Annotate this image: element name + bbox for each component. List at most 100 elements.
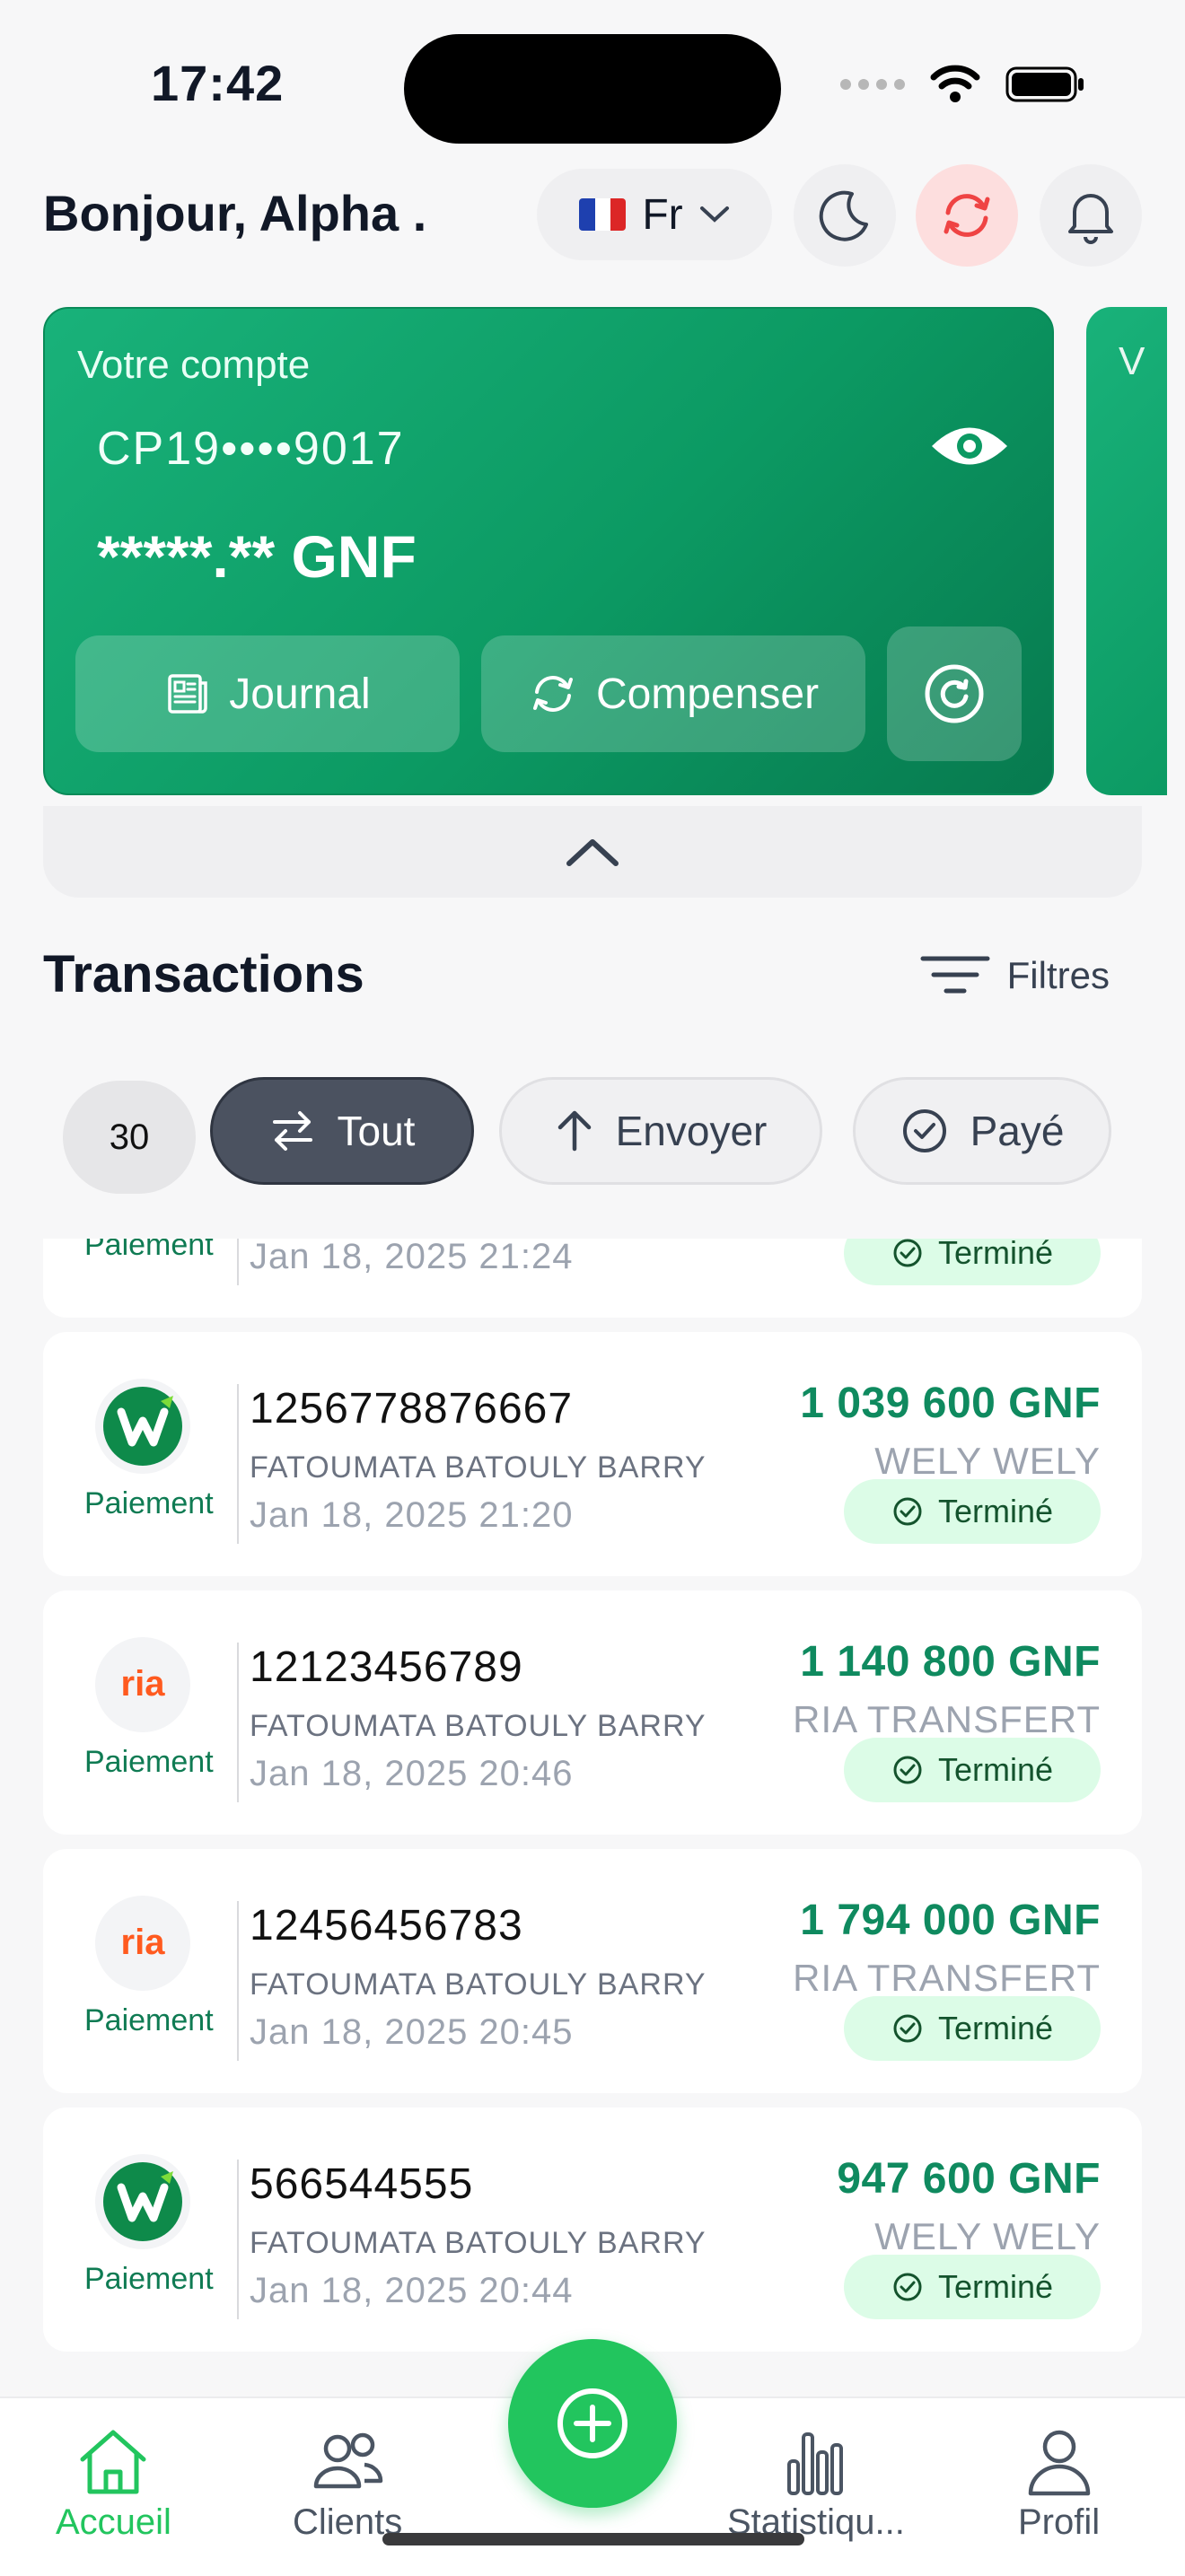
check-circle-icon: [893, 1497, 922, 1526]
transaction-type: Paiement: [84, 1486, 214, 1520]
toggle-balance-visibility-button[interactable]: [926, 415, 1013, 478]
row-divider: [237, 1643, 239, 1802]
status-label: Terminé: [937, 1239, 1054, 1271]
ria-logo-icon: ria: [121, 1664, 166, 1704]
transaction-date: Jan 18, 2025 20:45: [250, 2012, 574, 2052]
theme-toggle-button[interactable]: [794, 164, 896, 267]
transaction-amount: 1 794 000 GNF: [800, 1897, 1101, 1944]
journal-label: Journal: [229, 670, 371, 718]
filters-label: Filtres: [1006, 954, 1110, 996]
collapse-card-button[interactable]: [43, 806, 1142, 898]
check-circle-icon: [893, 2273, 922, 2301]
nav-clients[interactable]: Clients: [293, 2425, 402, 2543]
status-label: Terminé: [937, 1493, 1054, 1529]
transaction-type: Paiement: [84, 2262, 214, 2296]
chevron-down-icon: [699, 206, 729, 223]
transaction-id: 12456456783: [250, 1902, 523, 1950]
svg-text:ria: ria: [121, 1664, 166, 1704]
customer-name: FATOUMATA BATOULY BARRY: [250, 2226, 707, 2260]
provider-name: RIA TRANSFERT: [793, 1698, 1101, 1740]
account-balance: *****.** GNF: [97, 523, 417, 590]
language-selector[interactable]: Fr: [537, 169, 772, 260]
reload-icon: [925, 664, 984, 723]
svg-text:ria: ria: [121, 1923, 166, 1962]
transactions-list[interactable]: Paiement FATOUMATA BATOULY BARRY Jan 18,…: [0, 1239, 1185, 2396]
transactions-title: Transactions: [43, 945, 364, 1003]
status-icons: [840, 65, 1086, 104]
row-divider: [237, 1384, 239, 1544]
status-time: 17:42: [151, 55, 285, 111]
filter-icon: [920, 956, 990, 994]
chip-all[interactable]: Tout: [210, 1077, 474, 1185]
ria-logo-icon: ria: [121, 1923, 166, 1962]
add-transaction-button[interactable]: [508, 2339, 677, 2508]
sync-icon: [944, 194, 990, 237]
provider-logo: [95, 2154, 190, 2249]
transaction-type: Paiement: [84, 1239, 214, 1262]
row-divider: [237, 2160, 239, 2319]
provider-name: WELY WELY: [874, 1440, 1101, 1482]
chip-all-label: Tout: [337, 1108, 416, 1154]
provider-name: RIA TRANSFERT: [793, 1957, 1101, 1999]
chip-send[interactable]: Envoyer: [499, 1077, 822, 1185]
status-badge: Terminé: [844, 1738, 1101, 1802]
transaction-row[interactable]: Paiement FATOUMATA BATOULY BARRY Jan 18,…: [43, 1239, 1142, 1318]
journal-button[interactable]: Journal: [75, 635, 460, 752]
swap-arrows-icon: [272, 1111, 312, 1151]
transaction-amount: 1 140 800 GNF: [800, 1638, 1101, 1686]
greeting: Bonjour, Alpha .: [43, 185, 427, 241]
transaction-type: Paiement: [84, 1745, 214, 1779]
wely-logo-icon: [103, 2162, 182, 2241]
nav-statistics[interactable]: Statistiqu...: [727, 2425, 905, 2543]
bell-icon: [1068, 194, 1113, 244]
filters-button[interactable]: Filtres: [919, 953, 1110, 998]
transaction-date: Jan 18, 2025 21:24: [250, 1239, 574, 1276]
next-account-card[interactable]: V: [1086, 307, 1167, 795]
account-label: Votre compte: [77, 343, 311, 387]
sync-button[interactable]: [916, 164, 1018, 267]
transaction-id: 12123456789: [250, 1643, 523, 1691]
users-icon: [313, 2432, 383, 2489]
account-card: Votre compte CP19••••9017 *****.** GNF J…: [43, 307, 1054, 795]
nav-profile[interactable]: Profil: [1018, 2425, 1100, 2543]
wely-logo-icon: [103, 1387, 182, 1466]
transaction-row[interactable]: ria Paiement 12123456789 FATOUMATA BATOU…: [43, 1590, 1142, 1835]
transaction-type: Paiement: [84, 2003, 214, 2037]
transaction-row[interactable]: ria Paiement 12456456783 FATOUMATA BATOU…: [43, 1849, 1142, 2093]
transaction-row[interactable]: Paiement 566544555 FATOUMATA BATOULY BAR…: [43, 2107, 1142, 2352]
row-divider: [237, 1901, 239, 2061]
arrow-up-icon: [557, 1110, 591, 1152]
dynamic-island: [404, 34, 781, 144]
chip-send-label: Envoyer: [615, 1108, 768, 1154]
compensate-button[interactable]: Compenser: [481, 635, 865, 752]
nav-home[interactable]: Accueil: [56, 2425, 171, 2543]
transaction-row[interactable]: Paiement 1256778876667 FATOUMATA BATOULY…: [43, 1332, 1142, 1576]
status-label: Terminé: [937, 1751, 1054, 1788]
journal-icon: [168, 674, 208, 714]
language-label: Fr: [642, 190, 683, 239]
next-account-label: V: [1119, 339, 1146, 383]
account-number: CP19••••9017: [97, 423, 405, 475]
notifications-button[interactable]: [1040, 164, 1142, 267]
chevron-up-icon: [566, 839, 619, 866]
refresh-icon: [532, 676, 573, 712]
battery-icon: [1005, 66, 1084, 102]
cellular-signal-icon: [840, 79, 905, 90]
transaction-amount: 947 600 GNF: [837, 2155, 1101, 2203]
status-badge: Terminé: [844, 1239, 1101, 1285]
plus-circle-icon: [557, 2388, 628, 2458]
chip-paid-label: Payé: [970, 1108, 1065, 1154]
row-divider: [237, 1239, 239, 1285]
home-indicator: [382, 2533, 804, 2545]
wifi-icon: [930, 65, 980, 102]
reload-button[interactable]: [887, 626, 1022, 761]
customer-name: FATOUMATA BATOULY BARRY: [250, 1967, 707, 2002]
status-badge: Terminé: [844, 2255, 1101, 2319]
chip-paid[interactable]: Payé: [853, 1077, 1111, 1185]
nav-profile-label: Profil: [1018, 2502, 1101, 2542]
status-badge: Terminé: [844, 1996, 1101, 2061]
provider-logo: ria: [95, 1896, 190, 1991]
check-circle-icon: [902, 1109, 946, 1152]
home-icon: [80, 2430, 146, 2494]
transaction-date: Jan 18, 2025 21:20: [250, 1495, 574, 1535]
